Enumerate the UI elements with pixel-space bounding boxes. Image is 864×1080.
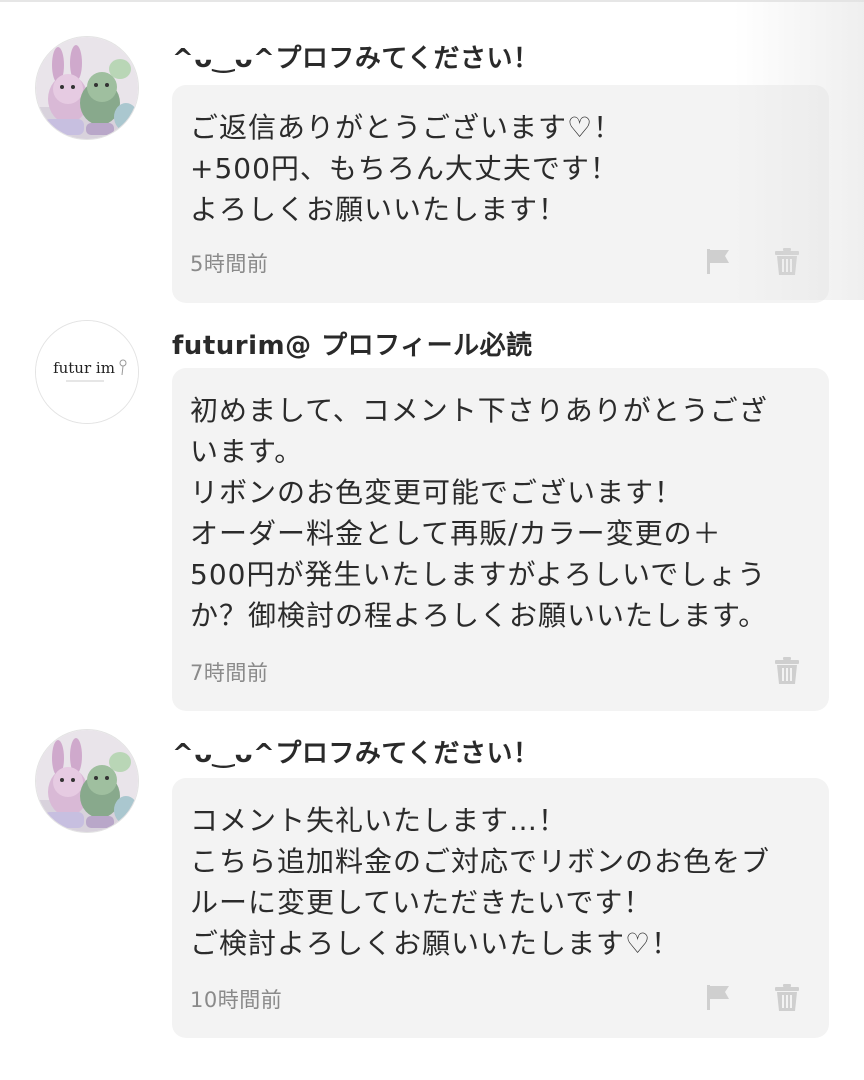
comment-message: コメント失礼いたします…！ こちら追加料金のご対応でリボンのお色をブ ルーに変更…: [190, 804, 771, 960]
flag-icon[interactable]: [703, 982, 733, 1012]
plush-toys-avatar-icon: [36, 730, 138, 832]
comment-message: 初めまして、コメント下さりありがとうござ います。 リボンのお色変更可能でござい…: [190, 394, 768, 632]
top-divider: [0, 0, 864, 2]
comment-timestamp: 5時間前: [190, 252, 269, 276]
comment-bubble: 初めまして、コメント下さりありがとうござ います。 リボンのお色変更可能でござい…: [172, 368, 829, 711]
comment-bubble: ご返信ありがとうございます♡！ +500円、もちろん大丈夫です！ よろしくお願い…: [172, 85, 829, 303]
futurim-logo-avatar-icon: futur im: [36, 321, 138, 423]
comment-username[interactable]: ^ᴗ‿ᴗ^プロフみてください！: [172, 38, 540, 75]
comment-timestamp: 7時間前: [190, 661, 269, 685]
plush-toys-avatar-icon: [36, 37, 138, 139]
comment-message: ご返信ありがとうございます♡！ +500円、もちろん大丈夫です！ よろしくお願い…: [190, 111, 623, 226]
avatar[interactable]: [35, 36, 139, 140]
trash-icon[interactable]: [772, 246, 802, 276]
trash-icon[interactable]: [772, 982, 802, 1012]
comment-username[interactable]: futurim@ プロフィール必読: [172, 325, 533, 362]
comment-bubble: コメント失礼いたします…！ こちら追加料金のご対応でリボンのお色をブ ルーに変更…: [172, 778, 829, 1038]
avatar[interactable]: [35, 729, 139, 833]
comment-timestamp: 10時間前: [190, 988, 283, 1012]
avatar[interactable]: futur im: [35, 320, 139, 424]
flag-icon[interactable]: [703, 246, 733, 276]
comment-username[interactable]: ^ᴗ‿ᴗ^プロフみてください！: [172, 733, 540, 770]
trash-icon[interactable]: [772, 655, 802, 685]
svg-text:futur im: futur im: [53, 359, 115, 377]
